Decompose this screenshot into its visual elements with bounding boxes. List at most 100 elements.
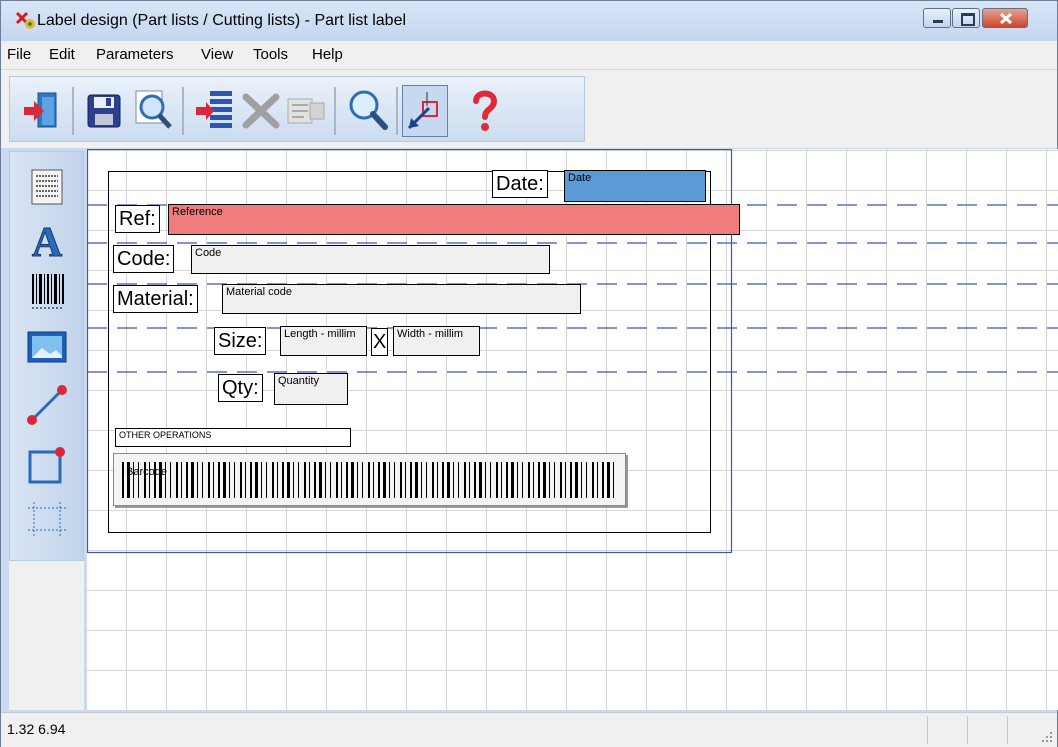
barcode-bar <box>213 462 214 498</box>
minimize-button[interactable] <box>923 8 951 28</box>
material-field[interactable]: Material code <box>222 284 581 314</box>
print-preview-button[interactable] <box>130 85 176 137</box>
toolbar-separator <box>396 87 398 135</box>
barcode-icon <box>32 274 64 309</box>
close-icon <box>999 12 1013 25</box>
barcode-bar <box>362 462 363 498</box>
status-cell <box>967 716 968 744</box>
size-label[interactable]: Size: <box>214 327 267 355</box>
insert-field-button[interactable] <box>192 85 238 137</box>
close-button[interactable] <box>982 8 1028 28</box>
menu-edit[interactable]: Edit <box>49 46 75 63</box>
menu-parameters[interactable]: Parameters <box>96 46 174 63</box>
barcode-bar <box>325 462 326 498</box>
design-canvas[interactable]: Date: Date Ref: Reference Code: Code Mat… <box>87 149 1058 710</box>
barcode-bar <box>432 462 434 498</box>
menu-help[interactable]: Help <box>312 46 343 63</box>
qty-label[interactable]: Qty: <box>218 374 263 402</box>
barcode-bar <box>490 462 491 498</box>
text-icon: A <box>31 220 63 267</box>
menu-view[interactable]: View <box>201 46 233 63</box>
barcode-bar <box>415 462 418 498</box>
text-tool-button[interactable]: A <box>24 216 70 267</box>
toolbar-strip <box>9 76 585 142</box>
barcode-bar <box>218 462 220 498</box>
label-page-icon <box>31 169 63 205</box>
menu-tools[interactable]: Tools <box>253 46 288 63</box>
width-field[interactable]: Width - millim <box>393 326 480 356</box>
delete-button[interactable] <box>238 85 284 137</box>
maximize-button[interactable] <box>952 8 980 28</box>
barcode-bar <box>389 462 390 498</box>
ref-label[interactable]: Ref: <box>115 205 160 233</box>
barcode-bar <box>506 462 508 498</box>
cursor-coordinates: 1.32 6.94 <box>7 721 66 737</box>
barcode-tool-button[interactable] <box>24 268 70 314</box>
barcode-bar <box>410 462 412 498</box>
save-button[interactable] <box>82 85 128 137</box>
barcode-bar <box>501 462 502 498</box>
help-button[interactable] <box>462 85 508 137</box>
insert-field-icon <box>196 91 232 128</box>
barcode-bar <box>479 462 482 498</box>
delete-icon <box>242 93 280 129</box>
barcode-bar <box>474 462 476 498</box>
barcode-bar <box>517 462 518 498</box>
barcode-bar <box>170 462 171 498</box>
grid-icon <box>28 502 66 536</box>
code-field[interactable]: Code <box>191 245 550 274</box>
barcode-bar <box>400 462 402 498</box>
barcode-bar <box>202 462 203 498</box>
barcode-bar <box>485 462 486 498</box>
barcode-bar <box>383 462 386 498</box>
help-icon <box>473 90 498 131</box>
barcode-bar <box>250 462 252 498</box>
select-tool-button[interactable] <box>402 85 448 137</box>
barcode-caption: Barcode <box>126 466 167 478</box>
barcode-bar <box>245 462 246 498</box>
barcode-bar <box>341 462 342 498</box>
zoom-icon <box>349 90 388 130</box>
material-label[interactable]: Material: <box>113 285 198 313</box>
resize-grip-icon[interactable] <box>1041 731 1053 743</box>
barcode-bar <box>607 462 610 498</box>
barcode-bar <box>272 462 274 498</box>
date-label[interactable]: Date: <box>492 170 548 198</box>
application-window: Label design (Part lists / Cutting lists… <box>0 0 1058 747</box>
barcode-bar <box>293 462 294 498</box>
barcode-bar <box>538 462 540 498</box>
exit-button[interactable] <box>18 85 64 137</box>
barcode-field[interactable]: Barcode <box>113 453 626 506</box>
properties-button[interactable] <box>284 85 330 137</box>
barcode-bar <box>255 462 258 498</box>
barcode-bar <box>496 462 498 498</box>
barcode-bar <box>533 462 534 498</box>
menu-bar: File Edit Parameters View Tools Help <box>1 41 1057 69</box>
x-label[interactable]: X <box>371 328 389 356</box>
reference-field[interactable]: Reference <box>168 204 740 235</box>
barcode-bar <box>346 462 348 498</box>
image-tool-button[interactable] <box>24 324 70 370</box>
other-operations-field[interactable]: OTHER OPERATIONS <box>115 428 351 447</box>
date-field[interactable]: Date <box>564 170 706 202</box>
rectangle-icon <box>28 447 65 484</box>
minimize-icon <box>933 20 943 23</box>
barcode-bar <box>368 462 370 498</box>
status-bar: 1.32 6.94 <box>1 712 1057 747</box>
length-field[interactable]: Length - millim <box>280 326 367 356</box>
label-page-button[interactable] <box>24 164 70 210</box>
quantity-field[interactable]: Quantity <box>274 373 348 405</box>
barcode-bar <box>197 462 198 498</box>
rectangle-tool-button[interactable] <box>24 442 70 488</box>
barcode-bar <box>469 462 470 498</box>
grid-tool-button[interactable] <box>24 496 70 542</box>
zoom-button[interactable] <box>344 85 390 137</box>
menu-file[interactable]: File <box>7 46 31 63</box>
code-label[interactable]: Code: <box>113 245 175 273</box>
barcode-bar <box>543 462 546 498</box>
barcode-bar <box>186 462 188 498</box>
barcode-bar <box>453 462 454 498</box>
toolbar <box>1 69 1057 148</box>
line-tool-button[interactable] <box>24 380 70 426</box>
barcode-bar <box>122 462 124 498</box>
